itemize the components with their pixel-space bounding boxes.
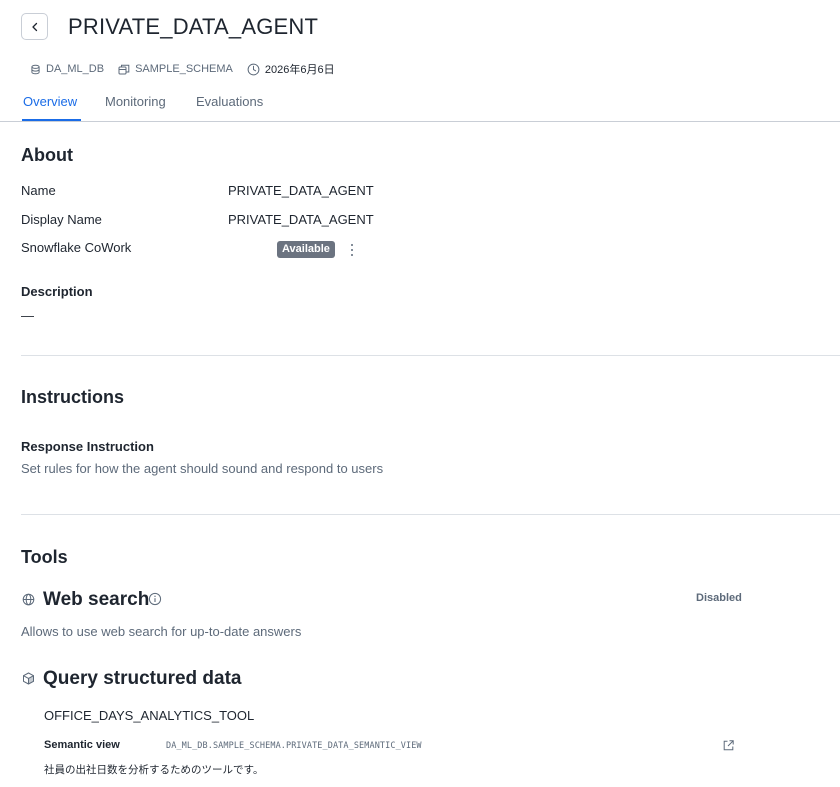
response-instruction-text: Set rules for how the agent should sound…	[21, 461, 384, 476]
meta-row: DA_ML_DB SAMPLE_SCHEMA 2026年6月6日	[30, 61, 349, 77]
structured-data-title: Query structured data	[43, 668, 242, 689]
page-title: PRIVATE_DATA_AGENT	[68, 14, 319, 39]
response-instruction-label: Response Instruction	[21, 439, 154, 454]
tab-bar: Overview Monitoring Evaluations	[0, 91, 840, 122]
schema-icon	[118, 64, 130, 74]
schema-name[interactable]: SAMPLE_SCHEMA	[135, 63, 233, 75]
about-heading: About	[21, 145, 73, 165]
tools-heading: Tools	[21, 547, 68, 567]
section-divider	[21, 355, 840, 356]
web-search-title: Web search	[43, 589, 150, 610]
meta-date: 2026年6月6日	[247, 61, 335, 77]
chevron-left-icon	[31, 22, 37, 31]
tool-name: OFFICE_DAYS_ANALYTICS_TOOL	[44, 708, 255, 723]
tab-monitoring[interactable]: Monitoring	[105, 94, 166, 109]
database-name[interactable]: DA_ML_DB	[46, 63, 104, 75]
instructions-heading: Instructions	[21, 387, 125, 407]
description-value: —	[21, 308, 34, 323]
active-tab-indicator	[22, 119, 81, 121]
database-icon	[31, 64, 40, 74]
cowork-label: Snowflake CoWork	[21, 240, 132, 255]
description-label: Description	[21, 284, 93, 299]
web-search-description: Allows to use web search for up-to-date …	[21, 624, 302, 639]
display-name-value: PRIVATE_DATA_AGENT	[228, 212, 374, 227]
tab-overview[interactable]: Overview	[23, 94, 77, 109]
web-search-status: Disabled	[696, 592, 742, 604]
name-value: PRIVATE_DATA_AGENT	[228, 183, 374, 198]
meta-schema: SAMPLE_SCHEMA	[118, 63, 233, 75]
info-icon[interactable]	[148, 592, 162, 606]
globe-icon	[22, 593, 35, 606]
semantic-view-label: Semantic view	[44, 739, 120, 751]
meta-database: DA_ML_DB	[30, 63, 104, 75]
display-name-label: Display Name	[21, 212, 102, 227]
tool-description: 社員の出社日数を分析するためのツールです。	[44, 764, 264, 776]
created-date: 2026年6月6日	[264, 64, 335, 76]
clock-icon	[247, 63, 260, 75]
semantic-view-path[interactable]: DA_ML_DB.SAMPLE_SCHEMA.PRIVATE_DATA_SEMA…	[166, 741, 422, 751]
tab-evaluations[interactable]: Evaluations	[196, 94, 263, 109]
back-button[interactable]	[21, 13, 48, 40]
kebab-menu-icon[interactable]	[347, 242, 357, 258]
status-badge: Available	[277, 241, 335, 258]
cube-icon	[23, 672, 34, 685]
name-label: Name	[21, 183, 56, 198]
section-divider	[21, 514, 840, 515]
external-link-icon[interactable]	[722, 739, 735, 752]
